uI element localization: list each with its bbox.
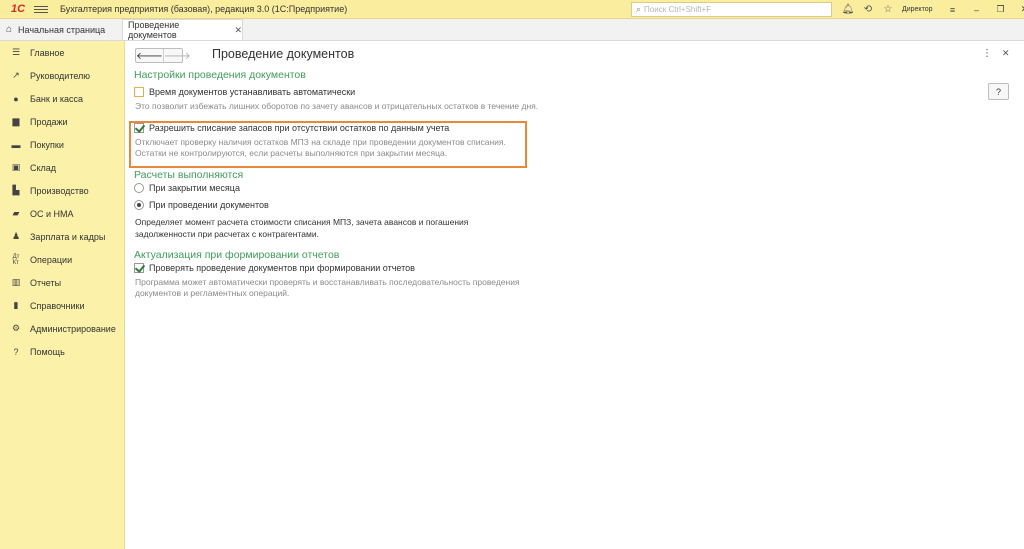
sidebar-item-label: Главное	[30, 47, 65, 58]
check-posting-reports-row[interactable]: Проверять проведение документов при форм…	[134, 263, 415, 273]
minimize-icon[interactable]: ‒	[965, 5, 989, 15]
sidebar-item-sales[interactable]: ▆ Продажи	[0, 110, 124, 133]
time-auto-label: Время документов устанавливать автоматич…	[149, 87, 356, 97]
search-placeholder: Поиск Ctrl+Shift+F	[644, 5, 712, 14]
time-auto-hint: Это позволит избежать лишних оборотов по…	[135, 101, 539, 111]
menu-icon: ☰	[11, 47, 21, 57]
tab-bar: ⌂ Начальная страница Проведение документ…	[0, 19, 1024, 41]
actualization-hint-1: Программа может автоматически проверять …	[135, 277, 520, 287]
sidebar-item-label: Администрирование	[30, 323, 116, 334]
sidebar-item-label: Продажи	[30, 116, 68, 127]
allow-writeoff-label: Разрешить списание запасов при отсутстви…	[149, 123, 450, 133]
hamburger-menu-icon[interactable]	[34, 5, 48, 13]
tab-home[interactable]: ⌂ Начальная страница	[0, 19, 122, 40]
sidebar-item-label: ОС и НМА	[30, 208, 74, 219]
search-input[interactable]: ⌕ Поиск Ctrl+Shift+F	[631, 2, 832, 17]
sidebar-item-label: Руководителю	[30, 70, 91, 81]
back-arrow-icon[interactable]: 🡐	[136, 49, 164, 62]
sidebar-item-salary[interactable]: ♟ Зарплата и кадры	[0, 225, 124, 248]
home-icon: ⌂	[6, 24, 13, 35]
sidebar-item-director[interactable]: ↗ Руководителю	[0, 64, 124, 87]
coin-icon: ●	[13, 93, 19, 104]
close-tab-icon[interactable]: ✕	[234, 25, 242, 36]
radio-posting-label: При проведении документов	[149, 200, 269, 210]
more-options-icon[interactable]: ⋮	[982, 48, 992, 59]
time-auto-checkbox-row[interactable]: Время документов устанавливать автоматич…	[134, 87, 355, 97]
allow-writeoff-checkbox-row[interactable]: Разрешить списание запасов при отсутстви…	[134, 123, 449, 133]
sidebar-item-catalogs[interactable]: ▮ Справочники	[0, 294, 124, 317]
sidebar-item-help[interactable]: ? Помощь	[0, 340, 124, 363]
history-icon[interactable]: ⟲	[858, 4, 878, 15]
operations-icon: Дт Кт	[12, 253, 20, 266]
book-icon: ▮	[13, 300, 19, 310]
section-posting-settings-heading: Настройки проведения документов	[134, 69, 306, 81]
sidebar-item-label: Производство	[30, 185, 89, 196]
user-name[interactable]: Директор	[902, 6, 933, 13]
restore-icon[interactable]: ❐	[989, 4, 1013, 15]
time-auto-checkbox[interactable]	[134, 87, 144, 97]
allow-writeoff-hint-2: Остатки не контролируются, если расчеты …	[135, 148, 448, 158]
tab-active-label: Проведение документов	[128, 20, 180, 40]
sidebar-item-label: Отчеты	[30, 277, 62, 288]
forward-arrow-icon[interactable]: 🡒	[164, 49, 191, 62]
title-bar: 1С Бухгалтерия предприятия (базовая), ре…	[0, 0, 1024, 19]
sidebar-item-production[interactable]: ▙ Производство	[0, 179, 124, 202]
warehouse-icon: ▣	[11, 162, 21, 172]
sidebar-item-label: Банк и касса	[30, 93, 83, 104]
sidebar-item-operations[interactable]: Дт Кт Операции	[0, 248, 124, 271]
section-calculations-heading: Расчеты выполняются	[134, 169, 244, 181]
truck-icon: ▰	[12, 208, 20, 218]
sidebar-item-warehouse[interactable]: ▣ Склад	[0, 156, 124, 179]
sidebar-item-admin[interactable]: ⚙ Администрирование	[0, 317, 124, 340]
allow-writeoff-hint-1: Отключает проверку наличия остатков МПЗ …	[135, 137, 506, 147]
sidebar-item-label: Справочники	[30, 300, 85, 311]
sidebar: ☰ Главное ↗ Руководителю ● Банк и касса …	[0, 41, 125, 549]
gear-icon: ⚙	[11, 323, 21, 333]
actualization-hint-2: документов и регламентных операций.	[135, 288, 290, 298]
logo-1c: 1С	[10, 3, 26, 15]
check-posting-reports-checkbox[interactable]	[134, 263, 144, 273]
sidebar-item-label: Операции	[30, 254, 73, 265]
person-icon: ♟	[11, 231, 21, 241]
sidebar-item-fixed-assets[interactable]: ▰ ОС и НМА	[0, 202, 124, 225]
bag-icon: ▆	[12, 116, 20, 126]
nav-buttons: 🡐 🡒	[135, 48, 191, 63]
sidebar-item-bank[interactable]: ● Банк и касса	[0, 87, 124, 110]
star-icon[interactable]: ☆	[878, 4, 898, 15]
sidebar-item-main[interactable]: ☰ Главное	[0, 41, 124, 64]
search-icon: ⌕	[636, 4, 642, 14]
tab-home-label: Начальная страница	[18, 24, 106, 35]
check-posting-reports-label: Проверять проведение документов при форм…	[149, 263, 415, 273]
radio-posting-row[interactable]: При проведении документов	[134, 200, 269, 210]
cart-icon: ▬	[11, 139, 21, 150]
sidebar-item-label: Зарплата и кадры	[30, 231, 106, 242]
sidebar-item-label: Покупки	[30, 139, 64, 150]
sidebar-item-label: Склад	[30, 162, 57, 173]
trend-icon: ↗	[12, 70, 20, 80]
sidebar-item-label: Помощь	[30, 346, 65, 357]
main-content: 🡐 🡒 Проведение документов ⋮ ✕ ? Настройк…	[126, 41, 1024, 549]
section-actualization-heading: Актуализация при формировании отчетов	[134, 249, 340, 261]
factory-icon: ▙	[12, 185, 20, 195]
radio-month-close-row[interactable]: При закрытии месяца	[134, 183, 240, 193]
radio-month-close-label: При закрытии месяца	[149, 183, 240, 193]
calculations-desc-2: задолженности при расчетах с контрагента…	[135, 229, 319, 239]
close-window-icon[interactable]: ✕	[1013, 4, 1024, 15]
sidebar-item-reports[interactable]: ▥ Отчеты	[0, 271, 124, 294]
tab-posting-documents[interactable]: Проведение документов ✕	[122, 19, 243, 40]
close-form-icon[interactable]: ✕	[1002, 48, 1010, 59]
radio-posting[interactable]	[134, 200, 144, 210]
settings-menu-icon[interactable]: ≡	[941, 5, 965, 15]
help-button[interactable]: ?	[988, 83, 1009, 100]
app-title: Бухгалтерия предприятия (базовая), редак…	[60, 4, 348, 14]
page-title: Проведение документов	[212, 47, 355, 61]
question-icon: ?	[13, 346, 19, 357]
calculations-desc-1: Определяет момент расчета стоимости спис…	[135, 217, 469, 227]
radio-month-close[interactable]	[134, 183, 144, 193]
bell-icon[interactable]: 🔔︎	[838, 4, 858, 15]
chart-icon: ▥	[11, 277, 21, 287]
sidebar-item-purchases[interactable]: ▬ Покупки	[0, 133, 124, 156]
allow-writeoff-checkbox[interactable]	[134, 123, 144, 133]
